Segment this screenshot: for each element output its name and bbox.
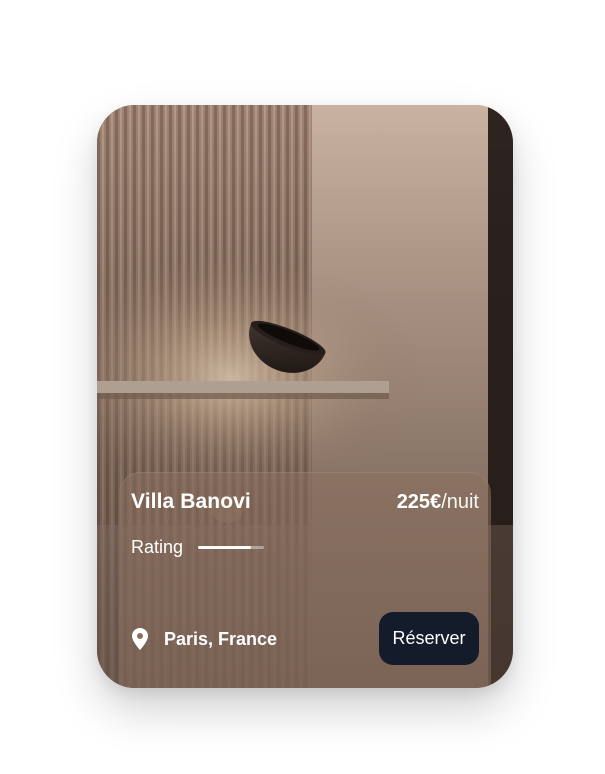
rating-label: Rating [131,536,184,557]
card-content: Villa Banovi 225€/nuit Rating Paris, Fra… [97,105,513,688]
reserve-button[interactable]: Réserver [379,612,479,665]
rating: Rating [131,535,265,559]
rating-bar [198,545,265,549]
price-amount: 225€ [396,491,442,513]
map-pin-icon [132,628,148,650]
property-price: 225€/nuit [397,491,479,514]
property-title: Villa Banovi [131,490,251,513]
price-unit: /nuit [441,491,479,513]
rating-bar-fill [198,545,251,549]
location-text: Paris, France [164,628,278,649]
location: Paris, France [132,627,277,651]
